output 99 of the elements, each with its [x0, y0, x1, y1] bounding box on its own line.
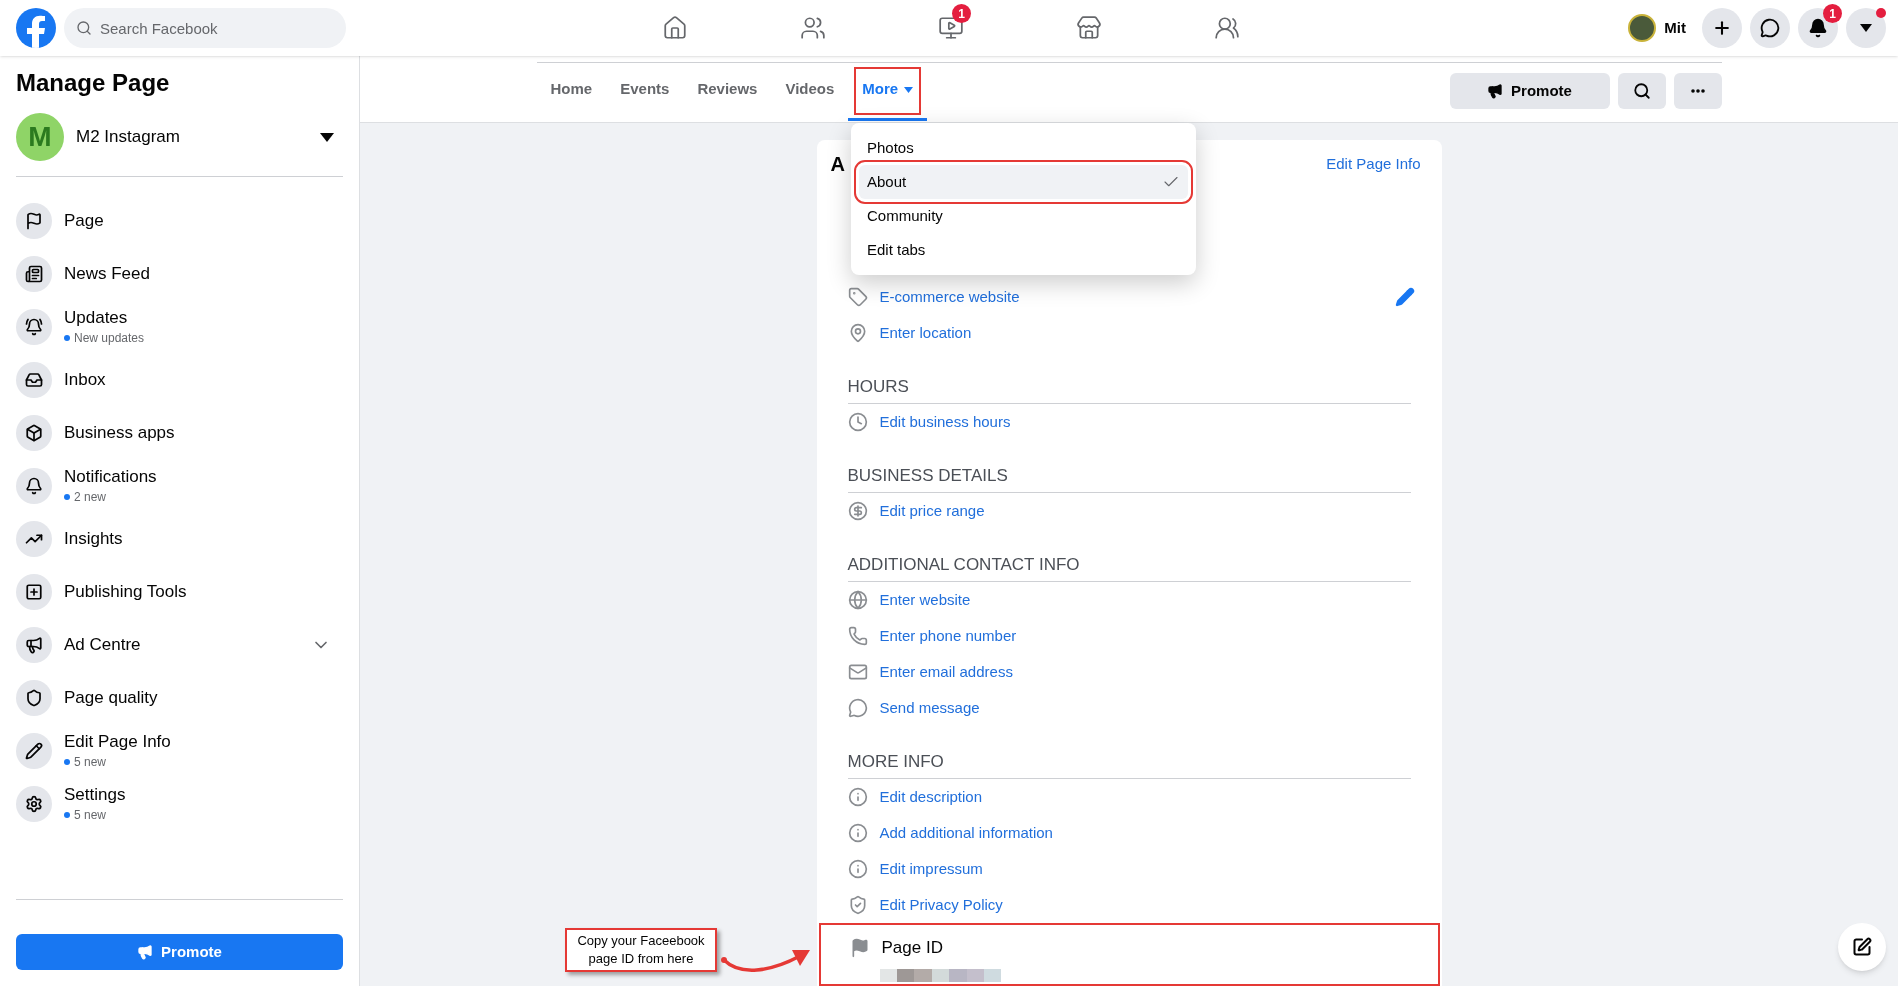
info-link[interactable]: Edit description	[879, 786, 1411, 809]
page-tab[interactable]: More	[848, 61, 928, 121]
inbox-icon	[25, 370, 43, 389]
search-field[interactable]: Search Facebook	[64, 8, 346, 48]
create-button[interactable]	[1702, 8, 1742, 48]
chat-icon	[847, 698, 868, 719]
sidebar-item[interactable]: Business apps	[16, 406, 343, 459]
sidebar-item[interactable]: Settings 5 new	[16, 777, 343, 830]
sidebar-item[interactable]: Inbox	[16, 353, 343, 406]
megaphone-icon	[137, 944, 154, 960]
avatar	[1628, 14, 1657, 42]
search-icon	[1632, 82, 1651, 100]
page-tab[interactable]: Home	[536, 61, 607, 121]
info-link[interactable]: Edit Privacy Policy	[879, 894, 1411, 917]
section-heading: ADDITIONAL CONTACT INFO	[847, 554, 1081, 577]
card-title: A	[830, 152, 845, 178]
compose-icon	[1852, 937, 1872, 957]
section-heading: HOURS	[847, 376, 910, 399]
info-link[interactable]: E-commerce website	[879, 286, 1383, 309]
megaphone-icon	[1487, 83, 1504, 99]
page-name: M2 Instagram	[76, 126, 181, 149]
info-link[interactable]: Enter website	[879, 589, 1411, 612]
dollar-icon	[847, 501, 868, 522]
tag-icon	[847, 287, 868, 308]
caret-icon	[1860, 24, 1872, 32]
search-icon	[76, 20, 92, 36]
menu-item[interactable]: Photos	[859, 131, 1188, 165]
notification-badge: 1	[952, 4, 971, 23]
account-button[interactable]	[1846, 8, 1886, 48]
megaphone-icon	[25, 635, 43, 654]
clock-icon	[847, 412, 868, 433]
sidebar-item[interactable]: Page	[16, 194, 343, 247]
messenger-icon	[1760, 18, 1780, 38]
info-link[interactable]: Enter location	[879, 322, 1411, 345]
promote-button[interactable]: Promote	[1449, 73, 1610, 109]
item-subtitle: 2 new	[74, 488, 107, 506]
edit-page-info-link[interactable]: Edit Page Info	[1326, 153, 1421, 176]
caret-icon	[320, 132, 334, 142]
globe-icon	[847, 590, 868, 611]
bell-icon	[1808, 18, 1828, 38]
sidebar-item[interactable]: Insights	[16, 512, 343, 565]
page-tab[interactable]: Events	[606, 61, 684, 121]
box-icon	[25, 423, 43, 442]
callout-note: Copy your Faceebook page ID from here	[565, 928, 717, 972]
plus-square-icon	[25, 582, 43, 601]
section-heading: MORE INFO	[847, 751, 945, 774]
info-icon	[847, 823, 868, 844]
info-link[interactable]: Enter email address	[879, 661, 1411, 684]
info-link[interactable]: Enter phone number	[879, 625, 1411, 648]
pencil-icon[interactable]	[1394, 287, 1415, 308]
shield-icon	[25, 688, 43, 707]
profile-link[interactable]: Mit	[1628, 14, 1694, 42]
info-link[interactable]: Edit price range	[879, 500, 1411, 523]
more-button[interactable]	[1673, 73, 1722, 109]
page-tab[interactable]: Reviews	[683, 61, 772, 121]
search-button[interactable]	[1617, 73, 1666, 109]
sidebar-item[interactable]: Notifications 2 new	[16, 459, 343, 512]
bell-icon	[25, 317, 43, 336]
item-subtitle: 5 new	[74, 806, 107, 824]
item-subtitle: 5 new	[74, 753, 107, 771]
section-heading: BUSINESS DETAILS	[847, 465, 1009, 488]
groups-icon	[1214, 15, 1240, 41]
info-link[interactable]: Edit business hours	[879, 411, 1411, 434]
facebook-logo[interactable]	[16, 8, 56, 48]
page-avatar: M	[16, 113, 64, 161]
flag-icon	[25, 211, 43, 230]
sidebar-item[interactable]: Edit Page Info 5 new	[16, 724, 343, 777]
notification-badge: 1	[1823, 4, 1842, 23]
plus-icon	[1712, 18, 1732, 38]
store-icon	[1076, 15, 1102, 41]
more-icon	[1690, 89, 1705, 93]
sidebar-item[interactable]: News Feed	[16, 247, 343, 300]
promote-button[interactable]: Promote	[16, 934, 343, 970]
menu-item[interactable]: Edit tabs	[859, 233, 1188, 267]
info-link[interactable]: Send message	[879, 697, 1411, 720]
mail-icon	[847, 662, 868, 683]
compose-button[interactable]	[1838, 923, 1886, 971]
messenger-button[interactable]	[1750, 8, 1790, 48]
bell-icon	[25, 476, 43, 495]
sidebar-item[interactable]: Publishing Tools	[16, 565, 343, 618]
settings-icon	[25, 794, 43, 813]
sidebar-title: Manage Page	[16, 68, 171, 98]
pencil-icon	[25, 741, 43, 760]
info-link[interactable]: Add additional information	[879, 822, 1411, 845]
page-tab[interactable]: Videos	[771, 61, 849, 121]
sidebar-item[interactable]: Page quality	[16, 671, 343, 724]
item-subtitle: New updates	[74, 329, 145, 347]
info-icon	[847, 787, 868, 808]
phone-icon	[847, 626, 868, 647]
caret-icon	[904, 86, 914, 93]
sidebar-item[interactable]: Updates New updates	[16, 300, 343, 353]
info-link[interactable]: Edit impressum	[879, 858, 1411, 881]
page-id-label: Page ID	[881, 937, 943, 960]
info-icon	[847, 859, 868, 880]
home-icon	[662, 15, 688, 41]
newspaper-icon	[25, 264, 43, 283]
sidebar-item[interactable]: Ad Centre	[16, 618, 343, 671]
friends-icon	[800, 15, 826, 41]
menu-item[interactable]: Community	[859, 199, 1188, 233]
